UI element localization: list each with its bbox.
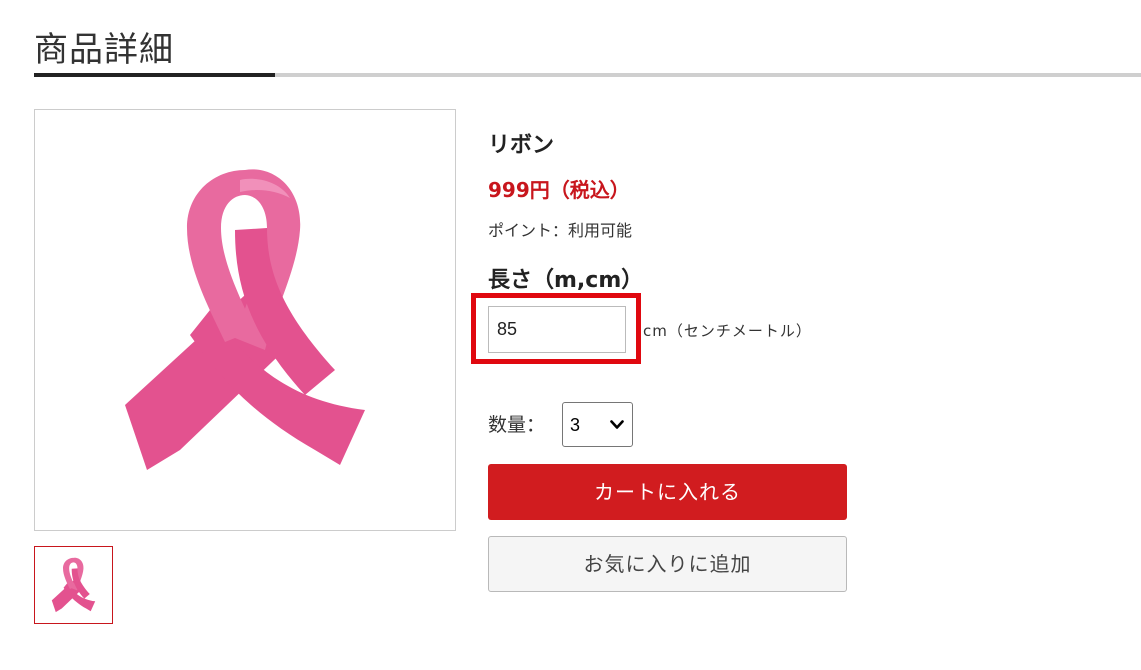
product-price: 999円（税込） [488,174,630,203]
tax-note: （税込） [549,178,630,202]
price-value: 999円 [488,178,550,202]
add-to-favorites-button[interactable]: お気に入りに追加 [488,536,847,592]
quantity-label: 数量： [488,414,546,436]
product-thumbnail[interactable] [34,546,113,624]
add-to-cart-button[interactable]: カートに入れる [488,464,847,520]
product-main-image [34,109,456,531]
title-divider-accent [34,73,275,77]
length-option-heading: 長さ（m,cm） [488,268,644,293]
page-title: 商品詳細 [34,30,174,70]
length-unit-label: cm（センチメートル） [643,322,812,340]
pink-ribbon-icon [125,169,365,470]
quantity-selected-value: 3 [570,415,581,435]
chevron-down-icon [610,420,624,429]
points-info: ポイント：利用可能 [488,221,633,240]
pink-ribbon-icon [51,557,96,613]
length-input[interactable] [488,306,626,353]
product-name: リボン [488,133,555,158]
quantity-select[interactable]: 3 [562,402,633,447]
